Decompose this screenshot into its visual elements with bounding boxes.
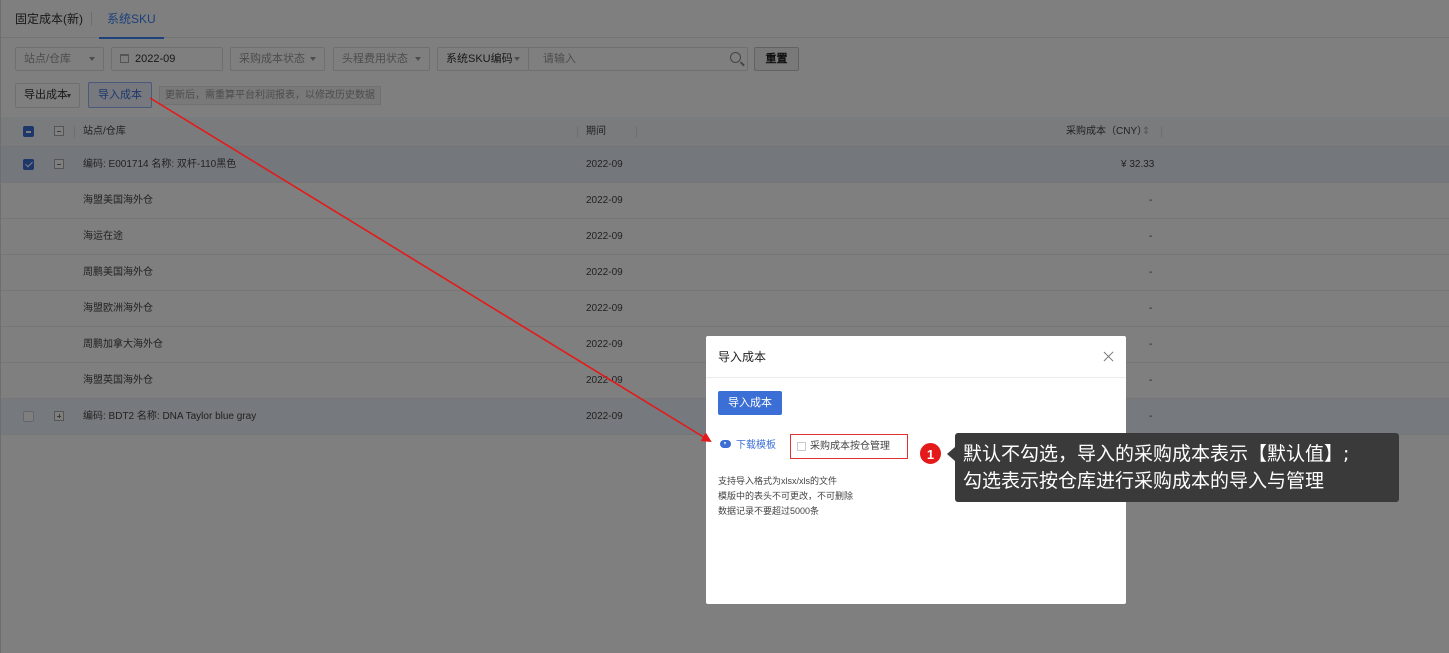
annotation-arrow [149,97,712,443]
annotation-line: 勾选表示按仓库进行采购成本的导入与管理 [963,470,1325,492]
annotation-callout: 默认不勾选，导入的采购成本表示【默认值】; 勾选表示按仓库进行采购成本的导入与管… [947,433,1399,502]
annotation-line: 默认不勾选，导入的采购成本表示【默认值】; [963,443,1350,465]
annotation-badge: 1 [919,442,942,465]
